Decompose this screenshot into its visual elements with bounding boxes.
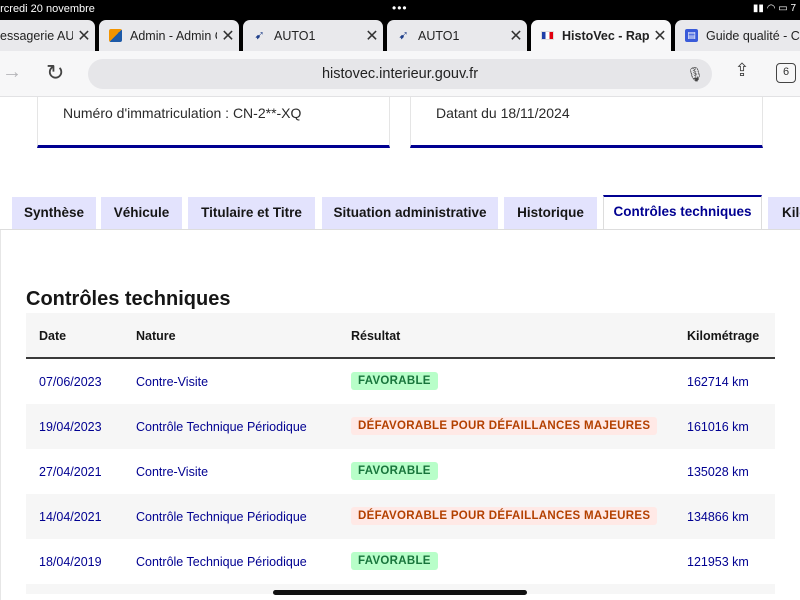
french-flag-icon [541,31,554,40]
browser-tab[interactable]: essagerie AUTO1 ✕ [0,20,95,51]
header-resultat: Résultat [351,329,401,343]
browser-tab[interactable]: ▤ Guide qualité - Confluence [675,20,800,51]
browser-tab[interactable]: ➹ AUTO1 ✕ [387,20,527,51]
main-content: Contrôles techniques Date Nature Résulta… [0,230,800,600]
tab-title: AUTO1 [274,28,316,43]
admin-icon [109,29,122,42]
report-tabs: Synthèse Véhicule Titulaire et Titre Sit… [0,195,800,230]
table-row: 19/04/2023 Contrôle Technique Périodique… [26,404,775,449]
status-badge: DÉFAVORABLE POUR DÉFAILLANCES MAJEURES [351,417,658,435]
status-time: ercredi 20 novembre [0,3,95,15]
tab-title: Guide qualité - Confluence [706,28,800,43]
table-row: 07/06/2023 Contre-Visite FAVORABLE 16271… [26,359,775,404]
controles-table: Date Nature Résultat Kilométrage 07/06/2… [26,313,775,594]
tab-count-button[interactable]: 6 [776,63,796,83]
url-text: histovec.interieur.gouv.fr [321,66,479,82]
browser-tab[interactable]: ➹ AUTO1 ✕ [243,20,383,51]
tab-kilometrage[interactable]: Kilo [768,197,800,229]
microphone-icon[interactable]: 🎙 [686,59,704,89]
battery-level: 7 [790,3,796,14]
row-km: 135028 km [687,465,749,479]
tab-title: Admin - Admin Console [130,28,217,43]
row-nature: Contrôle Technique Périodique [136,510,307,524]
row-date: 07/06/2023 [39,375,102,389]
row-date: 18/04/2019 [39,555,102,569]
tab-synthese[interactable]: Synthèse [12,197,96,229]
close-icon[interactable]: ✕ [649,26,671,46]
close-icon[interactable]: ✕ [505,26,527,46]
close-icon[interactable]: ✕ [217,26,239,46]
row-km: 121953 km [687,555,749,569]
status-icons: ▮▮ ◠ ▭ 7 [753,3,796,14]
forward-icon[interactable]: → [2,61,22,84]
table-row: 14/04/2021 Contrôle Technique Périodique… [26,494,775,539]
row-km: 134866 km [687,510,749,524]
report-date-text: Datant du 18/11/2024 [436,105,570,121]
status-bar: ercredi 20 novembre ••• ▮▮ ◠ ▭ 7 [0,0,800,18]
tab-title: AUTO1 [418,28,460,43]
tab-vehicule[interactable]: Véhicule [101,197,182,229]
table-row: 18/04/2019 Contrôle Technique Périodique… [26,539,775,584]
signal-icon: ▮▮ [752,3,764,14]
row-date: 27/04/2021 [39,465,102,479]
row-nature: Contre-Visite [136,375,209,389]
share-icon[interactable]: ⇪ [730,60,754,86]
row-nature: Contre-Visite [136,465,209,479]
row-nature: Contrôle Technique Périodique [136,420,307,434]
browser-tab-bar: essagerie AUTO1 ✕ Admin - Admin Console … [0,18,800,51]
tab-situation-administrative[interactable]: Situation administrative [322,197,498,229]
status-badge: FAVORABLE [351,462,438,480]
auto1-icon: ➹ [398,28,409,42]
table-row: 27/04/2021 Contre-Visite FAVORABLE 13502… [26,449,775,494]
row-km: 161016 km [687,420,749,434]
header-date: Date [39,329,67,343]
status-badge: FAVORABLE [351,552,438,570]
status-badge: DÉFAVORABLE POUR DÉFAILLANCES MAJEURES [351,507,658,525]
section-title: Contrôles techniques [26,288,231,310]
tab-controles-techniques[interactable]: Contrôles techniques [603,195,762,229]
wifi-icon: ◠ [766,3,776,14]
row-date: 14/04/2021 [39,510,102,524]
immatriculation-card: Numéro d'immatriculation : CN-2**-XQ [37,97,390,148]
browser-tab-active[interactable]: HistoVec - Rapport ✕ [531,20,671,51]
row-km: 162714 km [687,375,749,389]
tab-title: HistoVec - Rapport [562,28,649,43]
home-indicator[interactable] [273,590,527,595]
guide-icon: ▤ [685,29,698,42]
browser-toolbar: → ↻ histovec.interieur.gouv.fr 🎙 ⇪ 6 [0,51,800,97]
battery-icon: ▭ [778,3,788,14]
row-nature: Contrôle Technique Périodique [136,555,307,569]
status-badge: FAVORABLE [351,372,438,390]
header-kilometrage: Kilométrage [687,329,760,343]
auto1-icon: ➹ [254,28,265,42]
immatriculation-text: Numéro d'immatriculation : CN-2**-XQ [63,105,302,121]
table-header: Date Nature Résultat Kilométrage [26,313,775,359]
tab-titulaire[interactable]: Titulaire et Titre [188,197,315,229]
close-icon[interactable]: ✕ [361,26,383,46]
tab-historique[interactable]: Historique [504,197,597,229]
header-nature: Nature [136,329,176,343]
address-bar[interactable]: histovec.interieur.gouv.fr 🎙 [88,59,712,89]
report-date-card: Datant du 18/11/2024 [410,97,763,148]
multitask-dots-icon[interactable]: ••• [392,1,408,15]
close-icon[interactable]: ✕ [73,26,95,46]
browser-tab[interactable]: Admin - Admin Console ✕ [99,20,239,51]
tab-title: essagerie AUTO1 [0,28,73,43]
reload-icon[interactable]: ↻ [46,60,64,86]
row-date: 19/04/2023 [39,420,102,434]
